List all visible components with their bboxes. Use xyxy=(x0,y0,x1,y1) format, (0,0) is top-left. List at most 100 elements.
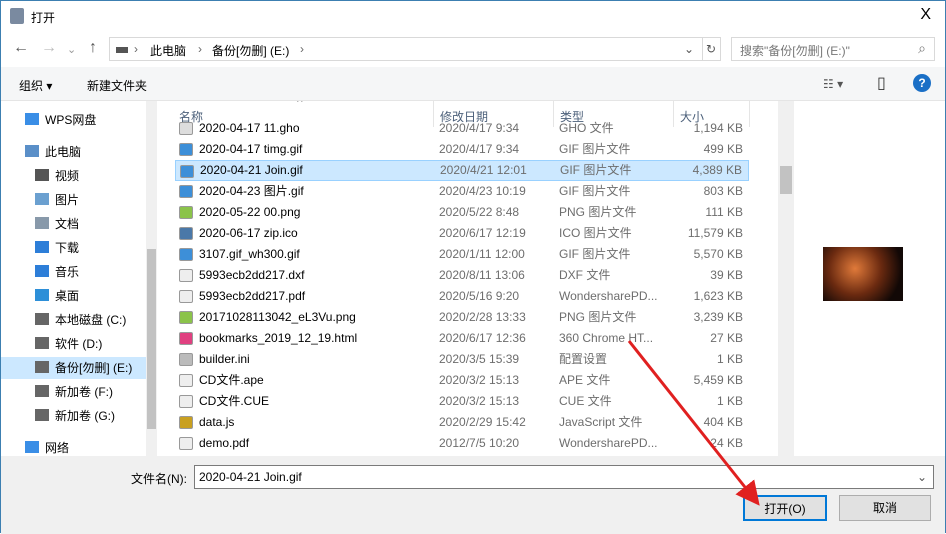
file-list-scrollbar[interactable] xyxy=(778,101,794,456)
sidebar-item[interactable]: 新加卷 (G:) xyxy=(35,405,145,427)
breadcrumb-drive-e[interactable]: 备份[勿删] (E:) xyxy=(212,42,289,59)
file-type: 配置设置 xyxy=(559,352,608,366)
file-icon xyxy=(179,185,193,198)
file-icon xyxy=(179,416,193,429)
file-date: 2020/4/21 12:01 xyxy=(440,163,527,177)
bottom-panel: 文件名(N): 2020-04-21 Join.gif ⌄ 打开(O) 取消 xyxy=(1,456,945,534)
open-button[interactable]: 打开(O) xyxy=(743,495,827,521)
sidebar-icon xyxy=(25,113,39,125)
back-button[interactable]: ← xyxy=(13,39,29,57)
file-size: 499 KB xyxy=(703,142,743,156)
scroll-thumb[interactable] xyxy=(147,249,156,429)
organize-button[interactable]: 组织 ▾ xyxy=(19,77,52,94)
file-type: GHO 文件 xyxy=(559,121,614,135)
file-name: 20171028113042_eL3Vu.png xyxy=(199,310,356,324)
search-input[interactable]: 搜索"备份[勿删] (E:)" ⌕ xyxy=(731,37,935,61)
file-icon xyxy=(179,374,193,387)
file-size: 27 KB xyxy=(710,331,743,345)
file-row[interactable]: 2020-04-21 Join.gif 2020/4/21 12:01 GIF 图片… xyxy=(175,160,749,181)
sidebar-item[interactable]: 此电脑 xyxy=(25,141,145,163)
forward-button[interactable]: → xyxy=(41,39,57,57)
file-date: 2020/4/23 10:19 xyxy=(439,184,526,198)
preview-pane-button[interactable]: ▯ xyxy=(877,73,886,93)
nav-scrollbar[interactable] xyxy=(146,101,157,456)
recent-dropdown[interactable]: ⌄ xyxy=(67,43,76,56)
file-date: 2020/6/17 12:36 xyxy=(439,331,526,345)
sidebar-item[interactable]: 桌面 xyxy=(35,285,145,307)
chevron-down-icon[interactable]: ⌄ xyxy=(917,470,927,484)
sidebar-item[interactable]: 视频 xyxy=(35,165,145,187)
file-row[interactable]: 2020-06-17 zip.ico 2020/6/17 12:19 ICO 图片文… xyxy=(175,223,749,244)
file-icon xyxy=(179,227,193,240)
file-date: 2020/3/2 15:13 xyxy=(439,394,520,408)
sidebar-item-label: WPS网盘 xyxy=(45,113,97,127)
divider xyxy=(702,38,703,60)
file-row[interactable]: CD文件.ape 2020/3/2 15:13 APE 文件 5,459 KB xyxy=(175,370,749,391)
breadcrumb-this-pc[interactable]: 此电脑 xyxy=(150,42,186,59)
file-size: 4,389 KB xyxy=(692,163,742,177)
sidebar-item[interactable]: 音乐 xyxy=(35,261,145,283)
file-icon xyxy=(179,395,193,408)
help-button[interactable]: ? xyxy=(913,74,931,92)
file-row[interactable]: 2020-04-17 timg.gif 2020/4/17 9:34 GIF 图片文… xyxy=(175,139,749,160)
sidebar-item-label: 图片 xyxy=(55,193,80,207)
file-row[interactable]: builder.ini 2020/3/5 15:39 配置设置 1 KB xyxy=(175,349,749,370)
file-date: 2020/2/28 13:33 xyxy=(439,310,526,324)
sidebar-item-label: 音乐 xyxy=(55,265,80,279)
sidebar-item[interactable]: 备份[勿删] (E:) xyxy=(1,357,146,379)
sidebar-icon xyxy=(35,241,49,253)
file-size: 3,239 KB xyxy=(693,310,743,324)
file-row[interactable]: 2020-04-17 11.gho 2020/4/17 9:34 GHO 文件 1,1… xyxy=(175,118,749,139)
file-row[interactable]: demo.pdf 2012/7/5 10:20 WondersharePD... 24… xyxy=(175,433,749,454)
refresh-button[interactable]: ↻ xyxy=(706,42,716,56)
sidebar-item[interactable]: 下载 xyxy=(35,237,145,259)
filename-value: 2020-04-21 Join.gif xyxy=(199,470,302,484)
file-name: 5993ecb2dd217.dxf xyxy=(199,268,305,282)
file-type: ICO 图片文件 xyxy=(559,226,632,240)
view-options-button[interactable]: ☷ ▾ xyxy=(823,77,843,91)
address-bar[interactable]: › 此电脑 › 备份[勿删] (E:) › ⌄ ↻ xyxy=(109,37,721,61)
preview-image xyxy=(823,247,903,301)
sidebar-item[interactable]: 新加卷 (F:) xyxy=(35,381,145,403)
file-name: 2020-04-17 11.gho xyxy=(199,121,300,135)
file-type: DXF 文件 xyxy=(559,268,611,282)
up-button[interactable]: ↑ xyxy=(89,39,97,57)
navigation-bar: ← → ⌄ ↑ › 此电脑 › 备份[勿删] (E:) › ⌄ ↻ 搜索"备份[… xyxy=(1,35,945,65)
file-date: 2020/2/29 15:42 xyxy=(439,415,526,429)
sidebar-icon xyxy=(25,441,39,453)
close-button[interactable]: X xyxy=(920,6,931,24)
sidebar-item[interactable]: 文档 xyxy=(35,213,145,235)
file-size: 24 KB xyxy=(710,436,743,450)
scroll-thumb[interactable] xyxy=(780,166,792,194)
file-row[interactable]: bookmarks_2019_12_19.html 2020/6/17 12:36… xyxy=(175,328,749,349)
sidebar-icon xyxy=(35,337,49,349)
sidebar-item[interactable]: 软件 (D:) xyxy=(35,333,145,355)
file-name: demo.pdf xyxy=(199,436,250,450)
file-row[interactable]: 2020-05-22 00.png 2020/5/22 8:48 PNG 图片文件 1… xyxy=(175,202,749,223)
file-row[interactable]: 5993ecb2dd217.dxf 2020/8/11 13:06 DXF 文件 39… xyxy=(175,265,749,286)
filename-label: 文件名(N): xyxy=(131,472,187,486)
address-dropdown-icon[interactable]: ⌄ xyxy=(684,42,694,56)
sort-arrow-icon: ^ xyxy=(297,101,303,109)
new-folder-button[interactable]: 新建文件夹 xyxy=(87,77,147,94)
file-row[interactable]: CD文件.CUE 2020/3/2 15:13 CUE 文件 1 KB xyxy=(175,391,749,412)
sidebar-item[interactable]: 本地磁盘 (C:) xyxy=(35,309,145,331)
file-row[interactable]: 20171028113042_eL3Vu.png 2020/2/28 13:33 P… xyxy=(175,307,749,328)
file-row[interactable]: 5993ecb2dd217.pdf 2020/5/16 9:20 Wondersha… xyxy=(175,286,749,307)
sidebar-item[interactable]: WPS网盘 xyxy=(25,109,145,131)
sidebar-item[interactable]: 图片 xyxy=(35,189,145,211)
file-icon xyxy=(179,290,193,303)
file-row[interactable]: 3107.gif_wh300.gif 2020/1/11 12:00 GIF 图片文… xyxy=(175,244,749,265)
search-icon[interactable]: ⌕ xyxy=(918,40,926,57)
file-row[interactable]: 2020-04-23 图片.gif 2020/4/23 10:19 GIF 图片文件… xyxy=(175,181,749,202)
window-title: 打开 xyxy=(31,11,56,25)
filename-input[interactable]: 2020-04-21 Join.gif ⌄ xyxy=(194,465,934,489)
cancel-button[interactable]: 取消 xyxy=(839,495,931,521)
sidebar-icon xyxy=(35,193,49,205)
file-icon xyxy=(179,437,193,450)
file-icon xyxy=(179,332,193,345)
file-row[interactable]: data.js 2020/2/29 15:42 JavaScript 文件 404 K… xyxy=(175,412,749,433)
sidebar-icon xyxy=(35,289,49,301)
file-size: 1 KB xyxy=(716,394,743,408)
sidebar-item-label: 新加卷 (F:) xyxy=(55,385,113,399)
